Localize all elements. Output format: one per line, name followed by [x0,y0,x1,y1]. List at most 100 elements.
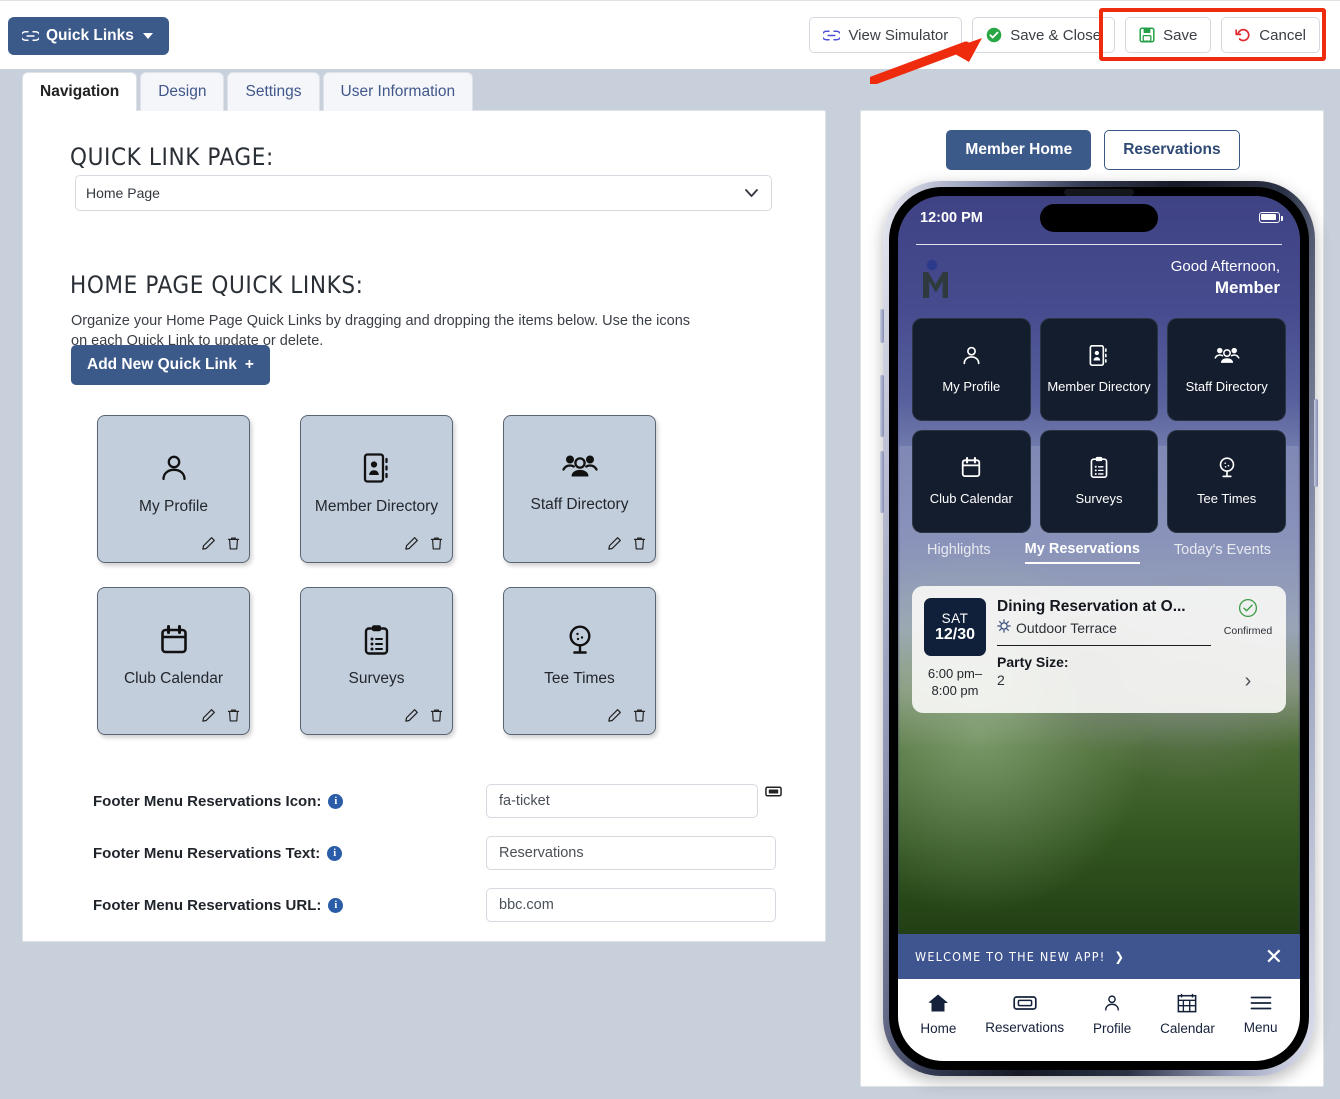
chevron-down-icon [142,33,153,39]
phone-tile-my-profile[interactable]: My Profile [912,318,1031,421]
nav-item-reservations[interactable]: Reservations [985,994,1064,1035]
preview-toggle-reservations-label: Reservations [1123,141,1221,158]
delete-trash-icon[interactable] [226,536,241,556]
home-page-quick-links-heading: HOME PAGE QUICK LINKS: [70,271,364,299]
add-new-quick-link-button[interactable]: Add New Quick Link + [71,345,270,385]
preview-toggle-member-home[interactable]: Member Home [946,130,1092,170]
tab-design[interactable]: Design [140,72,225,111]
hamburger-icon [1250,994,1272,1015]
phone-tile-member-directory[interactable]: Member Directory [1039,318,1159,421]
edit-pencil-icon[interactable] [607,536,622,556]
phone-tab-todays-events[interactable]: Today's Events [1174,542,1271,563]
tab-settings[interactable]: Settings [227,72,320,111]
reservation-party-value: 2 [997,672,1005,688]
edit-pencil-icon[interactable] [201,708,216,728]
tab-navigation[interactable]: Navigation [22,72,138,111]
phone-tile-label: Staff Directory [1185,378,1268,394]
tile-action-group [607,536,647,556]
save-and-close-button[interactable]: Save & Close [972,17,1116,53]
quick-link-tile[interactable]: Tee Times [503,587,656,735]
clipboard-list-icon [1089,456,1109,484]
ticket-icon [1013,994,1037,1015]
confirmed-check-icon [1238,598,1258,622]
golf-ball-icon [565,624,595,661]
phone-tile-label: Surveys [1075,491,1123,506]
tab-settings-label: Settings [245,83,302,100]
view-simulator-button[interactable]: View Simulator [809,17,963,53]
view-simulator-label: View Simulator [848,26,949,44]
save-button[interactable]: Save [1125,17,1212,53]
preview-toggle-reservations[interactable]: Reservations [1104,130,1240,170]
calendar-icon [159,624,189,661]
people-group-icon [561,452,598,487]
phone-tile-staff-directory[interactable]: Staff Directory [1167,318,1286,421]
phone-tile-surveys[interactable]: Surveys [1039,430,1159,533]
tab-navigation-label: Navigation [40,83,120,100]
footer-reservations-icon-input[interactable] [486,784,758,818]
phone-tile-club-calendar[interactable]: Club Calendar [912,430,1031,533]
nav-item-profile[interactable]: Profile [1093,993,1131,1036]
edit-pencil-icon[interactable] [607,708,622,728]
quick-link-tile[interactable]: Member Directory [300,415,453,563]
nav-item-menu[interactable]: Menu [1244,994,1278,1035]
quick-link-tile[interactable]: Surveys [300,587,453,735]
quick-link-tile[interactable]: My Profile [97,415,250,563]
edit-pencil-icon[interactable] [404,536,419,556]
quick-link-tile[interactable]: Staff Directory [503,415,656,563]
phone-earpiece-speaker [1064,189,1134,196]
ticket-icon [765,785,782,803]
tile-action-group [607,708,647,728]
delete-trash-icon[interactable] [226,708,241,728]
welcome-banner-text: WELCOME TO THE NEW APP! [915,949,1106,964]
footer-icon-label: Footer Menu Reservations Icon: [93,792,322,810]
info-icon[interactable]: i [328,793,344,809]
greeting-line-2: Member [1214,278,1280,297]
tab-user-information[interactable]: User Information [322,72,474,111]
edit-pencil-icon[interactable] [201,536,216,556]
nav-item-home[interactable]: Home [920,993,956,1036]
edit-pencil-icon[interactable] [404,708,419,728]
delete-trash-icon[interactable] [429,536,444,556]
nav-item-profile-label: Profile [1092,1020,1132,1036]
cancel-button[interactable]: Cancel [1221,17,1320,53]
welcome-banner[interactable]: WELCOME TO THE NEW APP! ❯ ✕ [898,934,1300,979]
tile-action-group [201,708,241,728]
top-toolbar: Quick Links View Simulator Save & Close [0,0,1340,69]
info-icon[interactable]: i [328,897,344,913]
chain-link-icon [823,30,841,40]
calendar-icon [960,456,982,484]
check-circle-icon [986,27,1002,43]
info-icon[interactable]: i [327,845,343,861]
reservation-location-row: Outdoor Terrace [997,619,1211,636]
chain-link-icon [22,31,39,41]
phone-tab-highlights[interactable]: Highlights [927,542,991,563]
chevron-right-icon[interactable]: › [1245,670,1252,693]
delete-trash-icon[interactable] [632,708,647,728]
footer-reservations-url-input[interactable] [486,888,776,922]
quick-link-page-select[interactable]: Home Page [75,175,772,211]
delete-trash-icon[interactable] [632,536,647,556]
close-icon[interactable]: ✕ [1265,945,1283,968]
reservation-status: Confirmed [1223,625,1273,637]
phone-tab-my-reservations[interactable]: My Reservations [1024,541,1140,564]
quick-links-dropdown-button[interactable]: Quick Links [8,17,169,55]
phone-tab-highlights-label: Highlights [927,542,991,558]
greeting-line-1: Good Afternoon, [1170,258,1280,275]
quick-link-tile[interactable]: Club Calendar [97,587,250,735]
phone-screen: 12:00 PM Good Afternoon, Member My Profi… [898,196,1300,1061]
chevron-right-icon: ❯ [1114,949,1126,964]
tab-strip: Navigation Design Settings User Informat… [22,71,474,111]
reservation-status-column: Confirmed › [1222,598,1274,699]
phone-tile-tee-times[interactable]: Tee Times [1167,430,1286,533]
footer-text-row: Footer Menu Reservations Text: i [93,827,793,879]
tile-label: Club Calendar [123,670,224,687]
tile-label: Tee Times [544,670,615,687]
footer-icon-label-wrap: Footer Menu Reservations Icon: i [93,792,344,810]
reservation-time-line-2: 8:00 pm [931,683,979,698]
nav-item-calendar[interactable]: Calendar [1160,993,1215,1036]
delete-trash-icon[interactable] [429,708,444,728]
reservation-card[interactable]: SAT 12/30 6:00 pm– 8:00 pm Dining Reserv… [912,586,1286,713]
footer-reservations-text-input[interactable] [486,836,776,870]
tab-user-information-label: User Information [340,83,456,100]
people-group-icon [1214,345,1240,372]
